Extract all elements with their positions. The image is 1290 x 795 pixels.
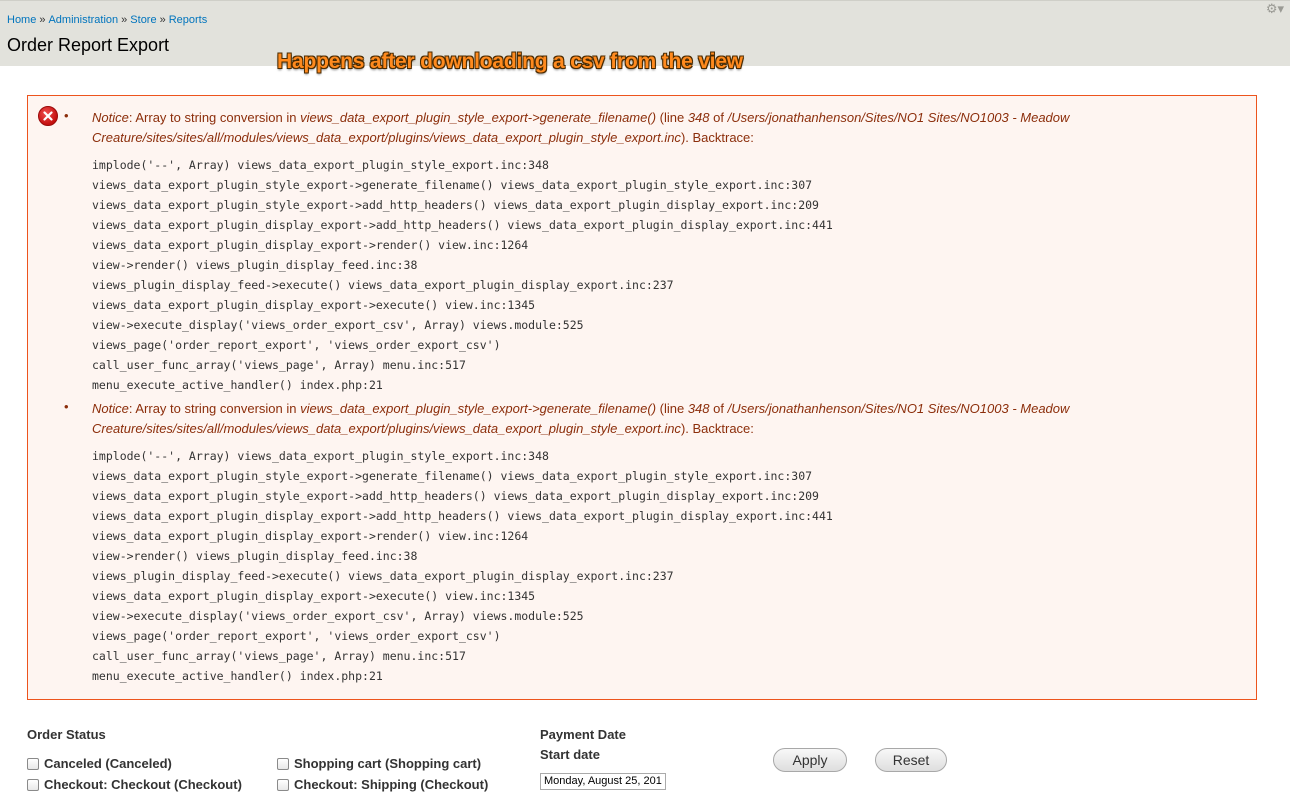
backtrace-line: views_data_export_plugin_style_export->g… [92,178,813,192]
message-item: • Notice: Array to string conversion in … [64,108,1246,395]
exposed-filters: Order Status Canceled (Canceled) Shoppin… [27,727,1267,795]
notice-message: : Array to string conversion in [128,401,301,416]
backtrace-line: view->execute_display('views_order_expor… [92,318,584,332]
checkbox-label: Canceled (Canceled) [44,756,172,771]
notice-path-continued: Creature/sites/sites/all/modules/views_d… [92,130,681,145]
notice-line-prefix: (line [656,110,688,125]
backtrace-line: views_plugin_display_feed->execute() vie… [92,278,674,292]
notice-suffix: ). Backtrace: [680,421,754,436]
notice-of: of [709,110,728,125]
breadcrumb-separator: » [121,14,128,26]
breadcrumb-store-link[interactable]: Store [130,14,156,26]
notice-text: Notice: Array to string conversion in vi… [92,399,1246,439]
backtrace: implode('--', Array) views_data_export_p… [92,155,1246,395]
checkbox-shopping-cart[interactable]: Shopping cart (Shopping cart) [277,756,481,771]
backtrace-line: views_data_export_plugin_style_export->a… [92,198,819,212]
checkbox-box[interactable] [27,757,39,770]
backtrace-line: view->render() views_plugin_display_feed… [92,258,418,272]
backtrace-line: call_user_func_array('views_page', Array… [92,649,466,663]
backtrace-line: views_data_export_plugin_display_export-… [92,589,536,603]
gear-icon[interactable]: ⚙▾ [1266,1,1284,17]
backtrace-line: views_data_export_plugin_display_export-… [92,529,529,543]
breadcrumb-separator: » [39,14,46,26]
backtrace-line: call_user_func_array('views_page', Array… [92,358,466,372]
breadcrumb-administration-link[interactable]: Administration [48,14,118,26]
error-icon [38,106,58,126]
checkbox-canceled[interactable]: Canceled (Canceled) [27,756,172,771]
backtrace-line: view->render() views_plugin_display_feed… [92,549,418,563]
breadcrumb-home-link[interactable]: Home [7,14,36,26]
reset-button[interactable]: Reset [875,748,947,772]
notice-path-continued: Creature/sites/sites/all/modules/views_d… [92,421,681,436]
breadcrumb-reports-link[interactable]: Reports [169,14,208,26]
notice-line-prefix: (line [656,401,688,416]
breadcrumb: Home» Administration» Store» Reports [7,14,207,26]
order-status-label: Order Status [27,727,106,742]
backtrace-line: views_data_export_plugin_display_export-… [92,509,833,523]
backtrace: implode('--', Array) views_data_export_p… [92,446,1246,686]
bullet-icon: • [64,108,69,123]
backtrace-line: views_data_export_plugin_style_export->a… [92,489,819,503]
backtrace-line: views_data_export_plugin_display_export-… [92,298,536,312]
checkbox-label: Checkout: Checkout (Checkout) [44,777,242,792]
start-date-label: Start date [540,747,600,762]
checkbox-box[interactable] [27,778,39,791]
message-item: • Notice: Array to string conversion in … [64,399,1246,686]
notice-path: /Users/jonathanhenson/Sites/NO1 Sites/NO… [727,401,1070,416]
page-title: Order Report Export [7,35,170,55]
backtrace-line: views_page('order_report_export', 'views… [92,629,501,643]
payment-date-label: Payment Date [540,727,626,742]
checkbox-label: Shopping cart (Shopping cart) [294,756,482,771]
backtrace-line: implode('--', Array) views_data_export_p… [92,158,549,172]
message-list: • Notice: Array to string conversion in … [64,108,1246,686]
breadcrumb-separator: » [159,14,166,26]
notice-type: Notice [92,401,129,416]
notice-line-number: 348 [687,110,710,125]
start-date-input[interactable]: Monday, August 25, 201 [540,773,666,790]
checkbox-box[interactable] [277,778,289,791]
backtrace-line: views_data_export_plugin_display_export-… [92,218,833,232]
checkbox-checkout-shipping[interactable]: Checkout: Shipping (Checkout) [277,777,488,792]
backtrace-line: views_page('order_report_export', 'views… [92,338,501,352]
error-messages: • Notice: Array to string conversion in … [27,95,1257,700]
notice-text: Notice: Array to string conversion in vi… [92,108,1246,148]
bullet-icon: • [64,399,69,414]
backtrace-line: views_data_export_plugin_display_export-… [92,238,529,252]
backtrace-line: menu_execute_active_handler() index.php:… [92,378,383,392]
notice-path: /Users/jonathanhenson/Sites/NO1 Sites/NO… [727,110,1070,125]
backtrace-line: views_plugin_display_feed->execute() vie… [92,569,674,583]
checkbox-checkout-checkout[interactable]: Checkout: Checkout (Checkout) [27,777,242,792]
notice-type: Notice [92,110,129,125]
backtrace-line: view->execute_display('views_order_expor… [92,609,584,623]
notice-function: views_data_export_plugin_style_export->g… [300,110,657,125]
backtrace-line: menu_execute_active_handler() index.php:… [92,669,383,683]
checkbox-box[interactable] [277,757,289,770]
notice-message: : Array to string conversion in [128,110,301,125]
notice-function: views_data_export_plugin_style_export->g… [300,401,657,416]
checkbox-label: Checkout: Shipping (Checkout) [294,777,489,792]
backtrace-line: implode('--', Array) views_data_export_p… [92,449,549,463]
notice-of: of [709,401,728,416]
apply-button[interactable]: Apply [773,748,847,772]
notice-suffix: ). Backtrace: [680,130,754,145]
backtrace-line: views_data_export_plugin_style_export->g… [92,469,813,483]
annotation-caption: Happens after downloading a csv from the… [277,50,743,73]
notice-line-number: 348 [687,401,710,416]
